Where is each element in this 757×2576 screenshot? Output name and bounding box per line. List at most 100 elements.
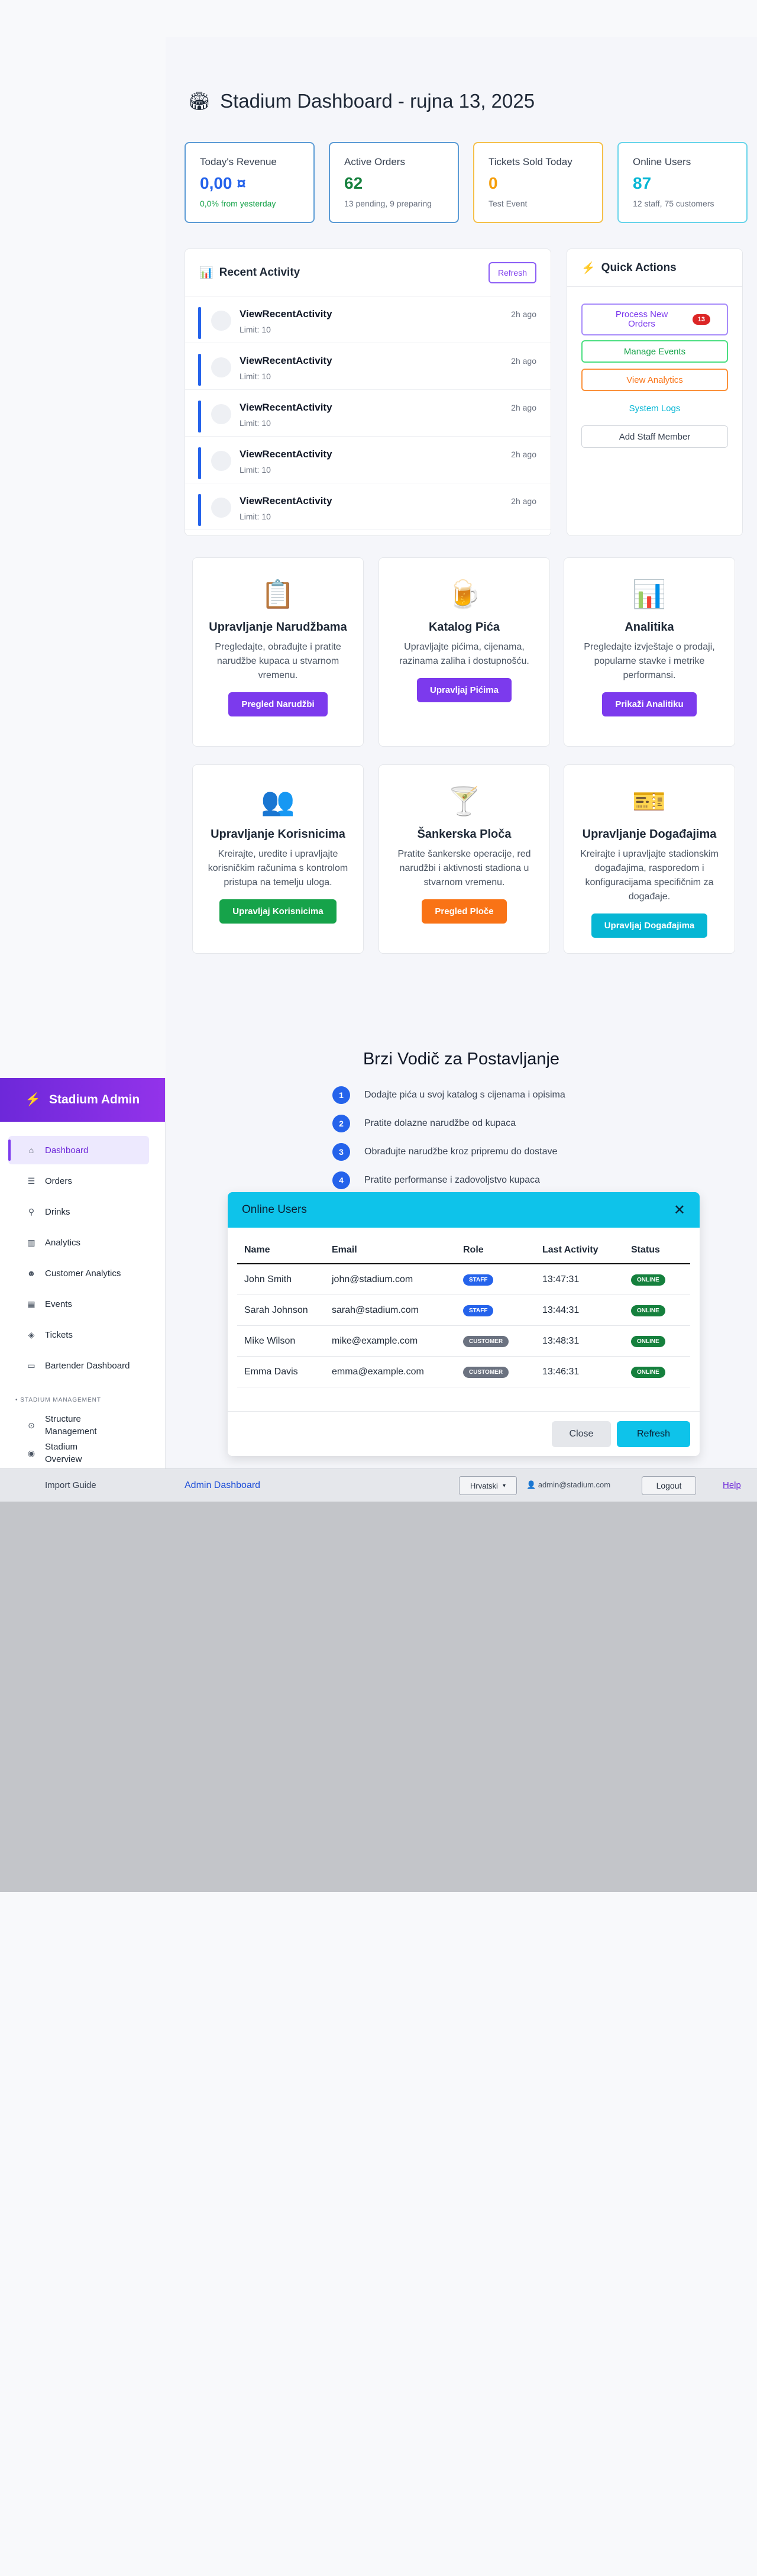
sidebar-item-label: Drinks bbox=[45, 1206, 70, 1217]
feature-title: Upravljanje Narudžbama bbox=[209, 621, 347, 634]
users-icon: ☻ bbox=[27, 1268, 36, 1278]
feature-desc: Pregledajte, obrađujte i pratite narudžb… bbox=[215, 642, 341, 680]
quick-actions-card: ⚡ Quick Actions Process New Orders 13 Ma… bbox=[567, 248, 743, 536]
role-cell: STAFF bbox=[463, 1274, 542, 1286]
manage-events-button[interactable]: Manage Events bbox=[581, 340, 728, 363]
table-row: Emma Davis emma@example.com CUSTOMER 13:46:… bbox=[237, 1357, 690, 1387]
role-badge: CUSTOMER bbox=[463, 1366, 509, 1378]
page-title: 🏟 Stadium Dashboard - rujna 13, 2025 bbox=[188, 90, 535, 112]
add-staff-button[interactable]: Add Staff Member bbox=[581, 425, 728, 448]
role-badge: STAFF bbox=[463, 1305, 494, 1316]
stat-label: Active Orders bbox=[344, 156, 405, 167]
sidebar-item-label: Tickets bbox=[45, 1329, 73, 1340]
status-badge: ONLINE bbox=[631, 1335, 665, 1347]
stat-card: Today's Revenue 0,00 ¤ 0,0% from yesterday bbox=[185, 142, 315, 223]
step-number: 3 bbox=[332, 1143, 350, 1161]
activity-avatar bbox=[211, 404, 231, 424]
feature-title: Upravljanje Događajima bbox=[582, 828, 717, 841]
activity-marker bbox=[198, 494, 201, 526]
sidebar-item-stadium-overview[interactable]: ◉ Stadium Overview bbox=[8, 1441, 149, 1465]
activity-time: 2h ago bbox=[511, 496, 536, 506]
sidebar-item-drinks[interactable]: ⚲ Drinks bbox=[8, 1197, 149, 1226]
sidebar-item-dashboard[interactable]: ⌂ Dashboard bbox=[8, 1136, 149, 1164]
step-text: Pratite performanse i zadovoljstvo kupac… bbox=[364, 1175, 541, 1185]
column-header: Last Activity bbox=[542, 1245, 599, 1255]
guide-step: 2 Pratite dolazne narudžbe od kupaca bbox=[332, 1115, 516, 1132]
sidebar-title: Stadium Admin bbox=[48, 1093, 140, 1106]
feature-button[interactable]: Prikaži Analitiku bbox=[602, 692, 697, 716]
system-logs-button[interactable]: System Logs bbox=[581, 397, 728, 419]
activity-avatar bbox=[211, 451, 231, 471]
refresh-activity-button[interactable]: Refresh bbox=[488, 262, 536, 283]
activity-name: ViewRecentActivity bbox=[240, 495, 332, 506]
feature-desc: Kreirajte i upravljajte stadionskim doga… bbox=[580, 849, 719, 902]
stats-row: Today's Revenue 0,00 ¤ 0,0% from yesterday… bbox=[185, 142, 748, 223]
status-badge: ONLINE bbox=[631, 1366, 665, 1378]
close-icon[interactable]: ✕ bbox=[674, 1202, 685, 1219]
activity-item[interactable]: ViewRecentActivity Limit: 10 2h ago bbox=[185, 343, 551, 390]
guide-step: 4 Pratite performanse i zadovoljstvo kupa… bbox=[332, 1171, 540, 1189]
column-header: Status bbox=[631, 1245, 660, 1255]
language-select[interactable]: Hrvatski ▾ bbox=[459, 1476, 517, 1495]
user-email: sarah@stadium.com bbox=[332, 1305, 419, 1315]
stat-label: Tickets Sold Today bbox=[489, 156, 572, 167]
step-text: Pratite dolazne narudžbe od kupaca bbox=[364, 1118, 516, 1128]
process-orders-button[interactable]: Process New Orders 13 bbox=[581, 304, 728, 335]
eye-icon: ◉ bbox=[27, 1448, 35, 1458]
import-guide-link[interactable]: Import Guide bbox=[45, 1480, 96, 1490]
close-button[interactable]: Close bbox=[552, 1421, 611, 1447]
last-activity: 13:47:31 bbox=[542, 1274, 580, 1284]
feature-button[interactable]: Upravljaj Korisnicima bbox=[219, 899, 337, 924]
feature-card: 🍺 Katalog Pića Upravljajte pićima, cijenam… bbox=[378, 557, 550, 747]
user-name: John Smith bbox=[244, 1274, 292, 1284]
stat-sub: 0,0% from yesterday bbox=[200, 199, 276, 208]
drinks-icon: ⚲ bbox=[28, 1206, 35, 1216]
sidebar-item-orders[interactable]: ☰ Orders bbox=[8, 1167, 149, 1195]
column-header: Email bbox=[332, 1245, 357, 1255]
recent-activity-title: Recent Activity bbox=[219, 266, 300, 279]
sidebar-item-bartender-dashboard[interactable]: ▭ Bartender Dashboard bbox=[8, 1351, 149, 1380]
activity-name: ViewRecentActivity bbox=[240, 402, 332, 413]
sidebar-item-events[interactable]: ▦ Events bbox=[8, 1290, 149, 1318]
feature-button[interactable]: Upravljaj Događajima bbox=[591, 913, 708, 938]
activity-item[interactable]: ViewRecentActivity Limit: 10 2h ago bbox=[185, 483, 551, 530]
last-activity: 13:48:31 bbox=[542, 1335, 580, 1346]
admin-dashboard-link[interactable]: Admin Dashboard bbox=[185, 1480, 260, 1491]
user-email: mike@example.com bbox=[332, 1335, 418, 1346]
activity-avatar bbox=[211, 498, 231, 518]
activity-chart-icon: 📊 bbox=[199, 266, 213, 279]
sidebar-item-customer-analytics[interactable]: ☻ Customer Analytics bbox=[8, 1259, 149, 1287]
activity-limit: Limit: 10 bbox=[240, 325, 271, 334]
activity-item[interactable]: ViewRecentActivity Limit: 10 2h ago bbox=[185, 437, 551, 483]
user-email: emma@example.com bbox=[332, 1366, 424, 1377]
lightning-logo-icon: ⚡ bbox=[25, 1093, 41, 1106]
footer: Import Guide Admin Dashboard Hrvatski ▾ … bbox=[0, 1468, 757, 1502]
feature-button[interactable]: Upravljaj Pićima bbox=[417, 678, 512, 702]
recent-activity-card: 📊 Recent Activity Refresh ViewRecentActiv… bbox=[185, 248, 551, 536]
feature-button[interactable]: Pregled Ploče bbox=[422, 899, 507, 924]
sidebar-item-structure-management[interactable]: ⊙ Structure Management bbox=[8, 1410, 149, 1440]
activity-name: ViewRecentActivity bbox=[240, 308, 332, 319]
sidebar-item-analytics[interactable]: ▥ Analytics bbox=[8, 1228, 149, 1257]
status-badge: ONLINE bbox=[631, 1274, 665, 1286]
refresh-users-button[interactable]: Refresh bbox=[617, 1421, 690, 1447]
stat-value: 0,00 ¤ bbox=[200, 174, 246, 192]
feature-button[interactable]: Pregled Narudžbi bbox=[228, 692, 328, 716]
help-link[interactable]: Help bbox=[723, 1480, 741, 1490]
user-name: Mike Wilson bbox=[244, 1335, 296, 1346]
stat-label: Today's Revenue bbox=[200, 156, 277, 167]
table-row: Mike Wilson mike@example.com CUSTOMER 13:48… bbox=[237, 1326, 690, 1357]
beer-icon: 🍺 bbox=[447, 579, 481, 609]
sidebar-item-tickets[interactable]: ◈ Tickets bbox=[8, 1321, 149, 1349]
step-text: Dodajte pića u svoj katalog s cijenama i… bbox=[364, 1090, 565, 1100]
status-cell: ONLINE bbox=[631, 1335, 690, 1347]
activity-item[interactable]: ViewRecentActivity Limit: 10 2h ago bbox=[185, 390, 551, 437]
page-overlay bbox=[0, 1502, 757, 1892]
view-analytics-button[interactable]: View Analytics bbox=[581, 369, 728, 391]
logout-button[interactable]: Logout bbox=[642, 1476, 696, 1495]
activity-name: ViewRecentActivity bbox=[240, 355, 332, 366]
stat-card: Tickets Sold Today 0 Test Event bbox=[473, 142, 603, 223]
activity-item[interactable]: ViewRecentActivity Limit: 10 2h ago bbox=[185, 296, 551, 343]
user-name: Emma Davis bbox=[244, 1366, 298, 1377]
tag-icon: ◈ bbox=[28, 1329, 35, 1339]
